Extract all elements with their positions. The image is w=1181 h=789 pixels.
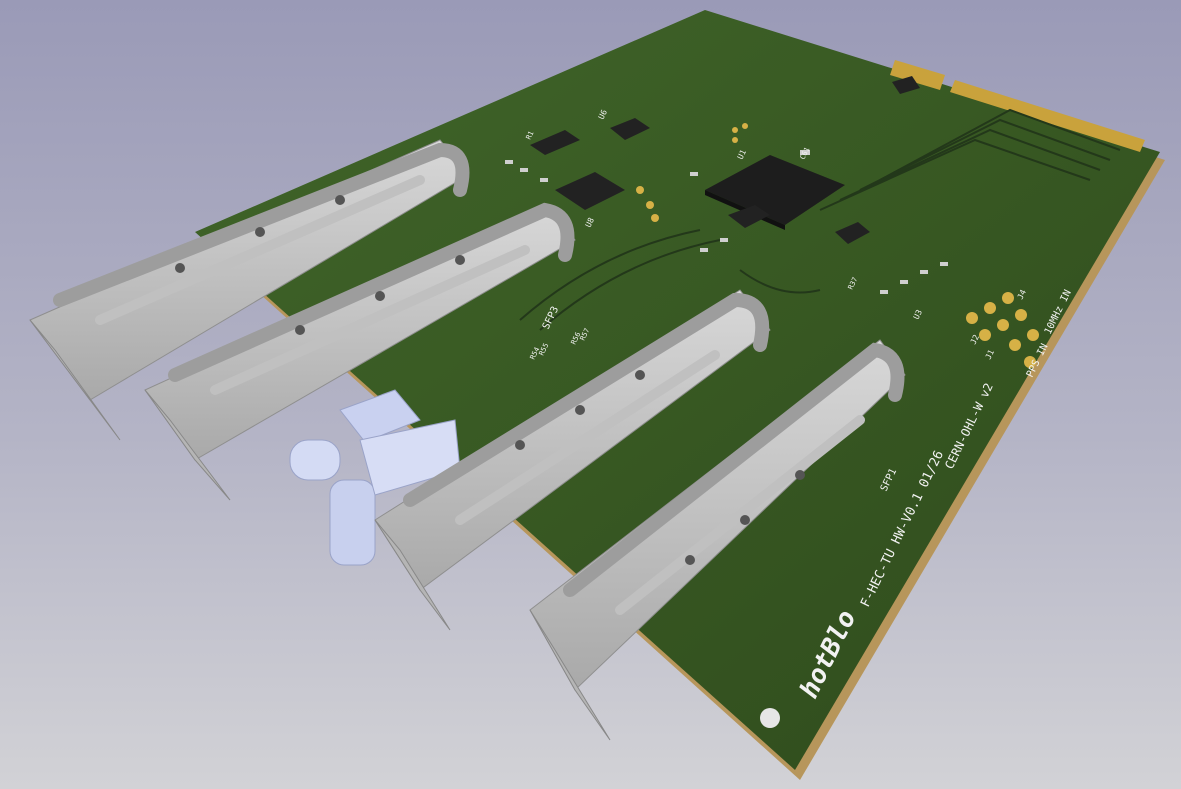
- pcb-3d-render: F-HEC-TU HW-V0.1 01/26 CERN-OHL-W v2 hot…: [29, 10, 1165, 780]
- mounting-hole: [760, 708, 780, 728]
